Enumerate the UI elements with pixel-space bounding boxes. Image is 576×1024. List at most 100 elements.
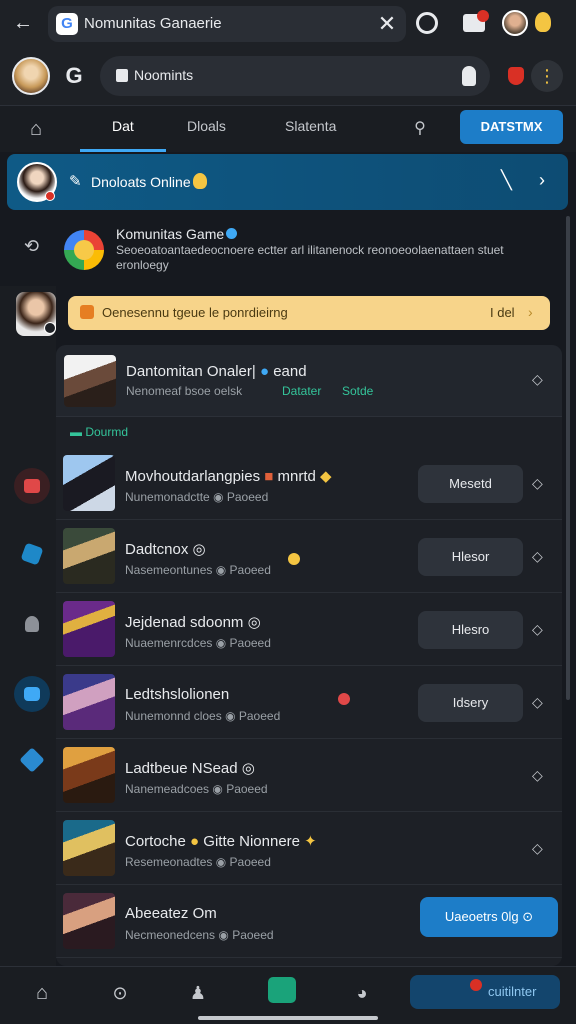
share-icon[interactable]: ⟲ bbox=[24, 236, 39, 257]
tab-1[interactable]: Dat bbox=[112, 118, 134, 134]
featured-cta-button[interactable]: Uaeoetrs 0lg ⊙ bbox=[420, 897, 558, 937]
item-subtitle-text: Nunemonnd cloes bbox=[125, 709, 222, 723]
item-title-suffix: Om bbox=[192, 905, 217, 922]
item-title: Ledtshslolionen bbox=[125, 686, 230, 703]
chevron-icon[interactable]: ◇ bbox=[532, 694, 543, 711]
rail-person-icon[interactable] bbox=[14, 606, 50, 642]
chevron-icon[interactable]: ◇ bbox=[532, 475, 543, 492]
star-icon bbox=[19, 747, 45, 773]
url-text[interactable]: Noomints bbox=[134, 67, 193, 83]
browser-tab-bar: ← G Nomunitas Ganaerie ✕ bbox=[0, 0, 576, 46]
chevron-icon[interactable]: ◇ bbox=[532, 767, 543, 784]
emoji-icon: ● bbox=[190, 833, 200, 850]
search-icon[interactable]: ⚲ bbox=[408, 117, 432, 141]
list-item[interactable]: Abeeatez Om Necmeonedcens ◉ Paoeed Uaeoe… bbox=[56, 885, 562, 958]
game-thumbnail bbox=[63, 674, 115, 730]
address-bar-row: G Noomints ⋮ bbox=[0, 46, 576, 106]
banner-badge bbox=[45, 191, 55, 201]
item-title-text: Dadtcnox bbox=[125, 541, 189, 558]
rail-star-icon[interactable] bbox=[14, 742, 50, 778]
item-title: Ladtbeue NSead ◎ bbox=[125, 760, 255, 777]
game-thumbnail bbox=[63, 528, 115, 584]
people-icon[interactable]: ♟ bbox=[184, 979, 212, 1007]
tab-title: Nomunitas Ganaerie bbox=[84, 15, 222, 32]
item-status: Paoeed bbox=[226, 490, 269, 504]
panel-tag-2: Sotde bbox=[342, 384, 374, 398]
item-subtitle: Nunemonadctte ◉ Paoeed bbox=[125, 490, 269, 504]
tab-3[interactable]: Slatenta bbox=[285, 118, 336, 134]
nav-cta-button[interactable]: DATSTMX bbox=[460, 110, 563, 144]
chat-icon[interactable]: ◕ bbox=[348, 979, 376, 1007]
address-input[interactable]: Noomints bbox=[100, 56, 490, 96]
home-icon[interactable]: ⌂ bbox=[28, 979, 56, 1007]
home-indicator[interactable] bbox=[198, 1016, 378, 1020]
back-icon[interactable]: ← bbox=[10, 11, 36, 35]
game-thumbnail bbox=[63, 601, 115, 657]
close-icon[interactable]: ✕ bbox=[374, 11, 400, 37]
list-item[interactable]: Ledtshslolionen Nunemonnd cloes ◉ Paoeed… bbox=[56, 666, 562, 739]
browser-tab[interactable]: G Nomunitas Ganaerie ✕ bbox=[48, 6, 406, 42]
item-action-button[interactable]: Idsery bbox=[418, 684, 523, 722]
close-icon[interactable]: › bbox=[528, 304, 533, 320]
bulb-icon[interactable] bbox=[535, 12, 551, 32]
tab-2[interactable]: Dloals bbox=[187, 118, 226, 134]
game-thumbnail bbox=[63, 747, 115, 803]
emoji-icon bbox=[193, 173, 207, 189]
left-rail bbox=[0, 286, 56, 966]
item-subtitle: Resemeonadtes ◉ Paoeed bbox=[125, 855, 271, 869]
notice-action[interactable]: I del bbox=[490, 305, 515, 320]
bottom-cta-button[interactable]: cuitilnter bbox=[410, 975, 560, 1009]
notice-bar[interactable]: Oenesennu tgeue le ponrdieirng I del › bbox=[68, 296, 550, 330]
list-item[interactable]: Jejdenad sdoonm ◎ Nuaemenrcdces ◉ Paoeed… bbox=[56, 593, 562, 666]
app-icon[interactable] bbox=[268, 977, 296, 1003]
chevron-icon[interactable]: ◇ bbox=[532, 840, 543, 857]
rail-game-icon[interactable] bbox=[14, 468, 50, 504]
item-subtitle: Nunemonnd cloes ◉ Paoeed bbox=[125, 709, 281, 723]
profile-avatar[interactable] bbox=[502, 10, 528, 36]
fire-icon: ■ bbox=[264, 468, 274, 485]
search-icon[interactable]: ⊙ bbox=[106, 979, 134, 1007]
chevron-icon[interactable]: ◇ bbox=[532, 621, 543, 638]
item-subtitle-text: Nunemonadctte bbox=[125, 490, 210, 504]
item-title-text: Ladtbeue NSead bbox=[125, 760, 238, 777]
online-banner[interactable]: ✎ Dnoloats Online ╲ › bbox=[7, 154, 568, 210]
scrollbar[interactable] bbox=[566, 216, 570, 700]
puzzle-icon bbox=[20, 542, 44, 566]
chevron-icon[interactable]: ◇ bbox=[532, 548, 543, 565]
home-icon[interactable]: ⌂ bbox=[24, 117, 48, 141]
item-subtitle: Nasemeontunes ◉ Paoeed bbox=[125, 563, 271, 577]
community-logo-center bbox=[74, 240, 94, 260]
item-action-button[interactable]: Hlesor bbox=[418, 538, 523, 576]
mic-icon[interactable] bbox=[462, 66, 476, 86]
item-status: Paoeed bbox=[229, 855, 271, 869]
list-item[interactable]: Movhoutdarlangpies ■ mnrtd ◆ Nunemonadct… bbox=[56, 447, 562, 520]
rail-puzzle-icon[interactable] bbox=[14, 536, 50, 572]
shield-icon[interactable] bbox=[508, 67, 524, 85]
item-action-button[interactable]: Mesetd bbox=[418, 465, 523, 503]
chevron-right-icon[interactable]: › bbox=[539, 170, 545, 191]
collapse-icon[interactable]: ╲ bbox=[501, 170, 512, 191]
rail-chat-icon[interactable] bbox=[14, 676, 50, 712]
tab-switcher-icon[interactable] bbox=[416, 12, 438, 34]
item-action-button[interactable]: Hlesro bbox=[418, 611, 523, 649]
item-subtitle-text: Nasemeontunes bbox=[125, 563, 213, 577]
community-header: ⟲ Komunitas Game Seoeoatoantaedeocnoere … bbox=[0, 210, 562, 286]
list-item[interactable]: Cortoche ● Gitte Nionnere ✦ Resemeonadte… bbox=[56, 812, 562, 885]
user-avatar[interactable] bbox=[12, 57, 50, 95]
game-list-panel: Dantomitan Onaler| ● eand Nenomeaf bsoe … bbox=[56, 345, 562, 966]
chevron-icon[interactable]: ◇ bbox=[532, 371, 543, 388]
item-title-text: Cortoche bbox=[125, 833, 186, 850]
header-thumbnail bbox=[64, 355, 116, 407]
google-logo-icon[interactable]: G bbox=[62, 62, 86, 90]
section-label: ▬ Dourmd bbox=[70, 425, 129, 439]
list-item[interactable]: Dadtcnox ◎ Nasemeontunes ◉ Paoeed Hlesor… bbox=[56, 520, 562, 593]
item-status: Paoeed bbox=[232, 928, 274, 942]
menu-button[interactable]: ⋮ bbox=[531, 60, 563, 92]
panel-title-text: Dantomitan Onaler| bbox=[126, 363, 256, 380]
list-item[interactable]: Ladtbeue NSead ◎ Nanemeadcoes ◉ Paoeed ◇ bbox=[56, 739, 562, 812]
item-subtitle-text: Necmeonedcens bbox=[125, 928, 216, 942]
panel-header[interactable]: Dantomitan Onaler| ● eand Nenomeaf bsoe … bbox=[56, 345, 562, 417]
item-title-suffix: mnrtd bbox=[277, 468, 316, 485]
item-title-suffix: Gitte Nionnere bbox=[203, 833, 300, 850]
community-name: Komunitas Game bbox=[116, 226, 225, 242]
